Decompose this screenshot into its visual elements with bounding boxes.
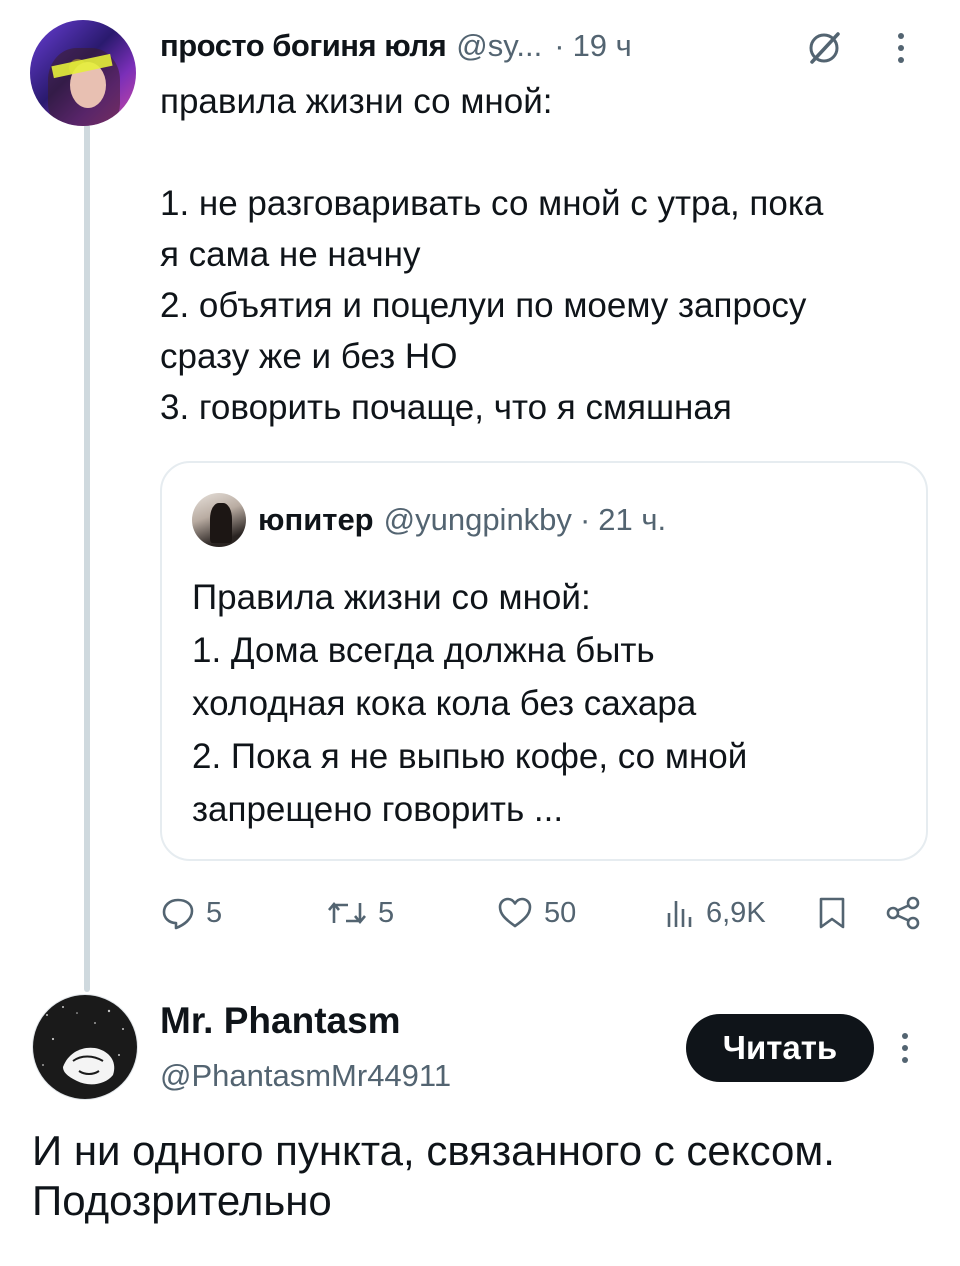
dot-separator: ·	[554, 28, 565, 63]
quoted-author-name: юпитер	[258, 502, 374, 537]
like-icon	[498, 897, 532, 928]
quoted-tweet[interactable]: юпитер @yungpinkby · 21 ч. Правила жизни…	[160, 461, 928, 861]
dot-separator: ·	[579, 502, 591, 537]
like-button[interactable]: 50	[496, 888, 576, 938]
views-count: 6,9K	[706, 896, 766, 929]
tweet-text-line: 3. говорить почаще, что я смяшная	[160, 388, 732, 427]
reply-text-line: И ни одного пункта, связанного с сексом.	[32, 1127, 835, 1174]
quoted-header: юпитер @yungpinkby · 21 ч.	[258, 499, 666, 541]
reply-button[interactable]: 5	[160, 888, 222, 938]
reply-author-handle[interactable]: @PhantasmMr44911	[160, 1058, 451, 1094]
reply-text-line: Подозрительно	[32, 1177, 332, 1224]
reply-count: 5	[206, 896, 223, 929]
views-button[interactable]: 6,9K	[664, 888, 766, 938]
quoted-text-line: запрещено говорить ...	[192, 790, 564, 829]
quoted-text-line: Правила жизни со мной:	[192, 578, 591, 617]
tweet-timestamp[interactable]: 19 ч	[573, 28, 632, 64]
tweet-text: правила жизни со мной: 1. не разговарива…	[160, 76, 930, 433]
repost-count: 5	[378, 896, 395, 929]
tweet-text-line: 1. не разговаривать со мной с утра, пока	[160, 184, 824, 223]
reply-author-name[interactable]: Mr. Phantasm	[160, 1000, 401, 1042]
reply-text: И ни одного пункта, связанного с сексом.…	[32, 1126, 932, 1226]
tweet-text-line	[160, 127, 930, 178]
quoted-text-line: 2. Пока я не выпью кофе, со мной	[192, 737, 748, 776]
quoted-timestamp: 21 ч.	[598, 502, 667, 537]
like-count: 50	[544, 896, 577, 929]
more-icon[interactable]	[898, 1030, 912, 1066]
reply-avatar[interactable]	[32, 994, 138, 1100]
tweet-text-line: сразу же и без НО	[160, 337, 458, 376]
tweet-text-line: 2. объятия и поцелуи по моему запросу	[160, 286, 807, 325]
tweet-header: просто богиня юля @sy... · 19 ч	[160, 26, 930, 66]
action-bar: 5 5 50 6,9K	[160, 888, 930, 938]
author-handle[interactable]: @sy...	[456, 28, 542, 64]
share-icon	[886, 896, 920, 930]
tweet-text-line: я сама не начну	[160, 235, 421, 274]
reply-icon	[162, 898, 194, 930]
quoted-avatar[interactable]	[192, 493, 246, 547]
quoted-text: Правила жизни со мной: 1. Дома всегда до…	[192, 571, 912, 836]
more-icon[interactable]	[894, 30, 908, 66]
tweet-text-line: правила жизни со мной:	[160, 82, 553, 121]
repost-button[interactable]: 5	[326, 888, 394, 938]
author-name[interactable]: просто богиня юля	[160, 28, 447, 64]
quoted-avatar-figure	[210, 503, 232, 543]
bookmark-icon	[819, 897, 845, 929]
bookmark-button[interactable]	[816, 888, 848, 938]
thread-connector-line	[84, 124, 90, 992]
reply-avatar-art	[33, 995, 137, 1099]
repost-icon	[328, 901, 366, 925]
avatar[interactable]	[30, 20, 136, 126]
views-icon	[667, 901, 692, 927]
quoted-author-handle: @yungpinkby	[383, 502, 572, 537]
quoted-text-line: холодная кока кола без сахара	[192, 684, 697, 723]
share-button[interactable]	[884, 888, 924, 938]
quoted-text-line: 1. Дома всегда должна быть	[192, 631, 655, 670]
grok-icon[interactable]	[804, 28, 844, 68]
follow-button[interactable]: Читать	[686, 1014, 874, 1082]
